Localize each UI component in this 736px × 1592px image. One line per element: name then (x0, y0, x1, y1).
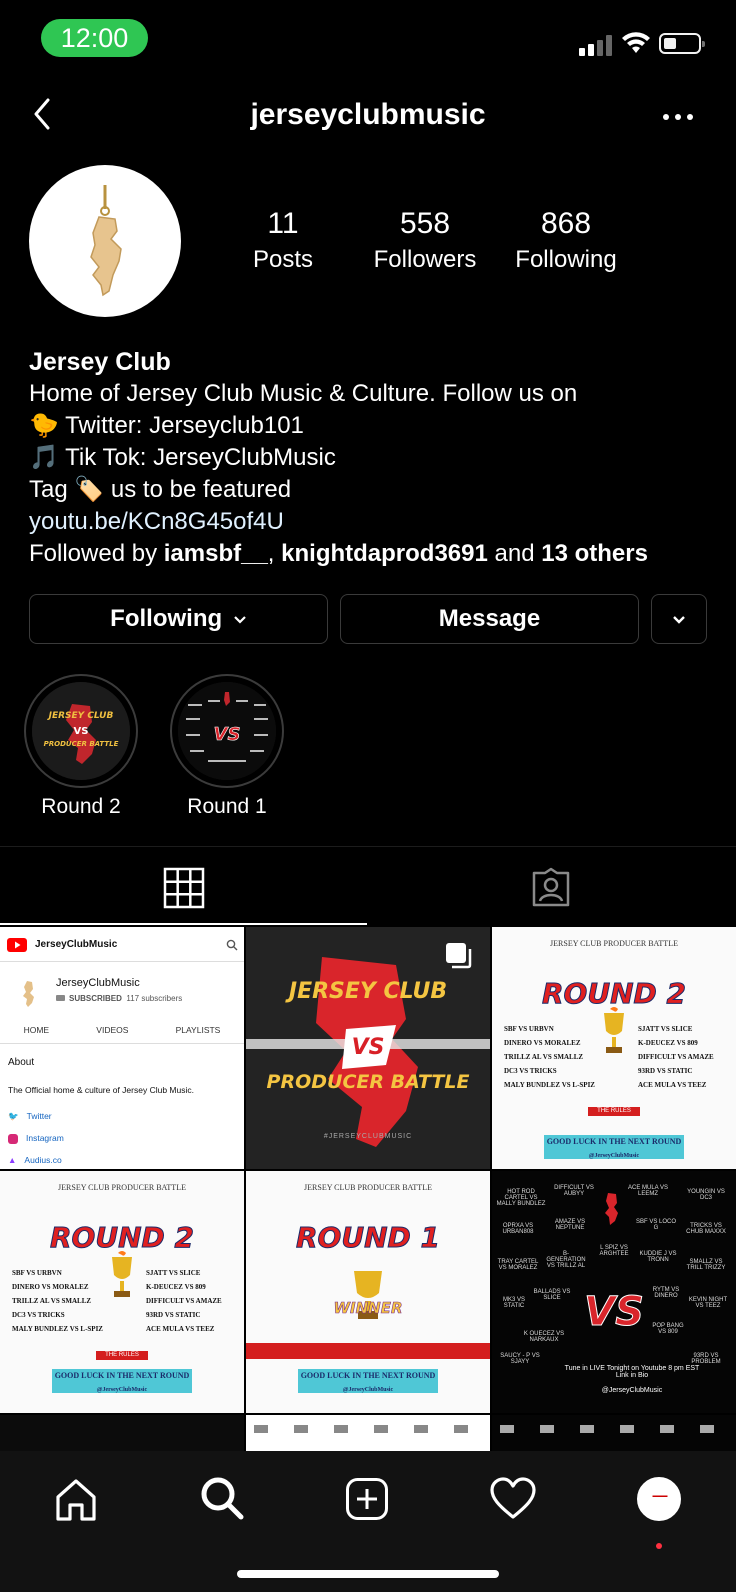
highlight-label: Round 1 (187, 795, 267, 818)
results-bar (246, 1343, 490, 1359)
poster-round-title: ROUND 1 (295, 1221, 440, 1255)
profile-bio: Jersey Club Home of Jersey Club Music & … (29, 346, 729, 570)
wifi-icon (622, 32, 650, 53)
display-name: Jersey Club (29, 348, 171, 376)
yt-about-text: The Official home & culture of Jersey Cl… (8, 1085, 194, 1095)
instagram-icon (8, 1133, 18, 1144)
battery-icon (659, 33, 705, 54)
following-count[interactable]: 868 Following (506, 205, 626, 277)
profile-tabs (0, 846, 736, 926)
svg-text:JERSEY CLUB: JERSEY CLUB (47, 711, 114, 721)
poster-header: JERSEY CLUB PRODUCER BATTLE (58, 1183, 186, 1192)
bio-link[interactable]: youtu.be/KCn8G45of4U (29, 506, 729, 538)
more-options-icon[interactable] (660, 105, 696, 129)
bio-line: 🐤 Twitter: Jerseyclub101 (29, 412, 304, 439)
posts-count[interactable]: 11 Posts (248, 205, 318, 277)
suggested-accounts-button[interactable] (651, 594, 707, 644)
profile-username: jerseyclubmusic (250, 98, 486, 131)
poster-round-title: ROUND 2 (49, 1221, 194, 1255)
youtube-logo-icon (7, 938, 27, 952)
good-luck-banner: GOOD LUCK IN THE NEXT ROUND @JerseyClubM… (52, 1369, 192, 1393)
search-icon[interactable] (199, 1475, 245, 1521)
battle-title-line1: JERSEY CLUB (288, 979, 448, 1004)
chevron-down-icon (234, 615, 246, 624)
audius-icon: ▲ (8, 1155, 17, 1165)
battle-title-line2: PRODUCER BATTLE (266, 1071, 470, 1093)
battle-cover-icon: JERSEY CLUB PRODUCER BATTLE VS (32, 682, 130, 780)
yt-tabs: HOME VIDEOS PLAYLISTS (23, 1025, 221, 1035)
post-producer-battle[interactable]: JERSEY CLUB VS PRODUCER BATTLE #JERSEYCL… (246, 927, 490, 1169)
post-partial[interactable] (0, 1415, 244, 1451)
search-icon (226, 939, 238, 951)
profile-avatar[interactable] (29, 165, 181, 317)
following-button[interactable]: Following (29, 594, 328, 644)
twitter-icon: 🐦 (8, 1111, 19, 1121)
highlight-ring: JERSEY CLUB PRODUCER BATTLE VS (24, 674, 138, 788)
yt-links: 🐦 Twitter Instagram ▲ Audius.co (8, 1111, 64, 1165)
bio-line: 🎵 Tik Tok: JerseyClubMusic (29, 444, 336, 471)
followers-count[interactable]: 558 Followers (366, 205, 484, 277)
yt-channel-name: JerseyClubMusic (56, 977, 140, 989)
trophy-icon (604, 1007, 624, 1053)
highlight-cover: VS (178, 682, 276, 780)
post-youtube-channel[interactable]: JerseyClubMusic JerseyClubMusic SUBSCRIB… (0, 927, 244, 1169)
new-post-icon[interactable] (345, 1477, 389, 1521)
highlight-cover: JERSEY CLUB PRODUCER BATTLE VS (32, 682, 130, 780)
post-round-2-poster[interactable]: JERSEY CLUB PRODUCER BATTLE ROUND 2 SBF … (0, 1171, 244, 1413)
winner-label: WINNER (333, 1299, 403, 1318)
home-icon[interactable] (53, 1477, 99, 1523)
highlight-ring: VS (170, 674, 284, 788)
poster-round-title: ROUND 2 (541, 977, 686, 1011)
highlight-round-1[interactable]: VS Round 1 (170, 674, 284, 822)
signal-icon (579, 34, 613, 56)
yt-app-title: JerseyClubMusic (35, 939, 118, 950)
channel-avatar-icon (23, 981, 34, 1007)
rules-label: THE RULES (96, 1351, 148, 1360)
yt-subscription: SUBSCRIBED 117 subscribers (56, 994, 182, 1003)
poster-header: JERSEY CLUB PRODUCER BATTLE (550, 939, 678, 948)
heart-icon[interactable] (490, 1477, 536, 1521)
clock-pill: 12:00 (41, 19, 148, 57)
bracket-footer: Tune in LIVE Tonight on Youtube 8 pm EST… (564, 1365, 700, 1394)
svg-text:VS: VS (74, 726, 89, 737)
status-bar: 12:00 (0, 0, 736, 80)
battle-hashtag: #JERSEYCLUBMUSIC (323, 1133, 413, 1140)
notification-dot (656, 1543, 662, 1549)
profile-tab-avatar[interactable]: ▬▬▬ (637, 1477, 681, 1521)
bracket-cover-icon: VS (178, 682, 276, 780)
followed-by[interactable]: Followed by iamsbf__, knightdaprod3691 a… (29, 538, 729, 570)
new-jersey-charm-icon (90, 185, 122, 297)
rules-label: THE RULES (588, 1107, 640, 1116)
post-round-2-poster[interactable]: JERSEY CLUB PRODUCER BATTLE ROUND 2 SBF … (492, 927, 736, 1169)
message-button[interactable]: Message (340, 594, 639, 644)
active-tab-indicator (0, 923, 367, 925)
post-bracket[interactable]: HOT ROD CARTEL VS MALLY BUNDLEZ DIFFICUL… (492, 1171, 736, 1413)
post-round-1-poster[interactable]: JERSEY CLUB PRODUCER BATTLE ROUND 1 WINN… (246, 1171, 490, 1413)
battle-vs: VS (351, 1035, 385, 1060)
poster-header: JERSEY CLUB PRODUCER BATTLE (304, 1183, 432, 1192)
trophy-icon (112, 1251, 132, 1297)
posts-grid: JerseyClubMusic JerseyClubMusic SUBSCRIB… (0, 927, 736, 1451)
post-partial[interactable] (246, 1415, 490, 1451)
highlight-round-2[interactable]: JERSEY CLUB PRODUCER BATTLE VS Round 2 (24, 674, 138, 822)
bio-line: Tag 🏷️ us to be featured (29, 476, 292, 503)
chevron-down-icon (673, 615, 685, 624)
tagged-icon[interactable] (530, 867, 572, 909)
good-luck-banner: GOOD LUCK IN THE NEXT ROUND @JerseyClubM… (298, 1369, 438, 1393)
bracket-matchups: HOT ROD CARTEL VS MALLY BUNDLEZ DIFFICUL… (496, 1185, 728, 1365)
bracket-vs: VS (584, 1289, 645, 1336)
yt-about-title: About (8, 1057, 35, 1068)
bio-line: Home of Jersey Club Music & Culture. Fol… (29, 380, 578, 407)
grid-icon[interactable] (163, 867, 205, 909)
carousel-icon (446, 943, 472, 969)
good-luck-banner: GOOD LUCK IN THE NEXT ROUND @JerseyClubM… (544, 1135, 684, 1159)
home-indicator (237, 1570, 499, 1578)
svg-text:PRODUCER BATTLE: PRODUCER BATTLE (44, 740, 119, 748)
svg-text:VS: VS (214, 724, 241, 745)
highlight-label: Round 2 (41, 795, 121, 818)
post-partial[interactable] (492, 1415, 736, 1451)
avatar-logo-icon: ▬▬▬ (652, 1493, 668, 1499)
